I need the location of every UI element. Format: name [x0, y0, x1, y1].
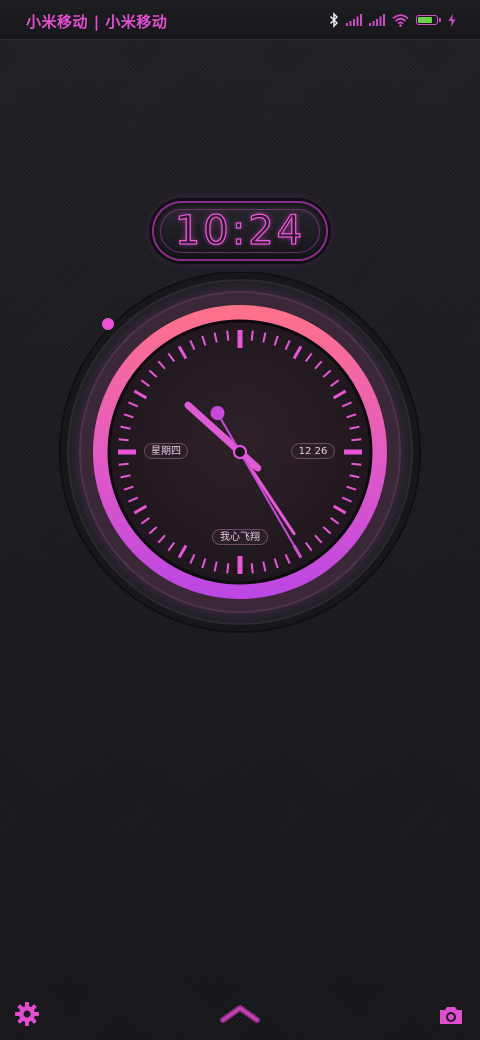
camera-icon[interactable]: [438, 1004, 464, 1026]
date-label: 12 26: [291, 443, 335, 459]
analog-clock-face: [59, 272, 421, 633]
indicator-dot: [102, 318, 114, 330]
swipe-up-chevron-icon[interactable]: [219, 1002, 261, 1024]
minute-tick: [351, 438, 362, 442]
minute-tick: [226, 330, 230, 341]
bluetooth-icon: [329, 12, 339, 28]
second-hand-counterweight: [210, 406, 225, 421]
battery-icon: [416, 15, 441, 25]
digital-clock-widget[interactable]: 10:24: [152, 201, 328, 261]
signal-icon: [346, 14, 362, 26]
signal-icon: [369, 14, 385, 26]
minute-tick: [351, 462, 362, 466]
minute-tick: [250, 563, 254, 574]
carrier-name: 小米移动 | 小米移动: [26, 13, 168, 31]
status-bar: 小米移动 | 小米移动: [0, 0, 480, 40]
battery-level-fill: [418, 17, 432, 23]
status-icons: [329, 10, 456, 30]
minute-tick: [226, 563, 230, 574]
digital-time: 10:24: [174, 208, 306, 254]
charging-icon: [448, 13, 456, 27]
minute-tick: [118, 462, 129, 466]
weekday-label: 星期四: [144, 443, 188, 459]
motto-label: 我心飞翔: [212, 529, 268, 545]
minute-tick: [118, 438, 129, 442]
minute-tick: [250, 330, 254, 341]
center-hub: [233, 445, 247, 459]
analog-clock-widget[interactable]: 星期四 12 26 我心飞翔: [50, 272, 430, 642]
settings-gear-icon[interactable]: [13, 1000, 41, 1028]
wifi-icon: [392, 13, 409, 27]
